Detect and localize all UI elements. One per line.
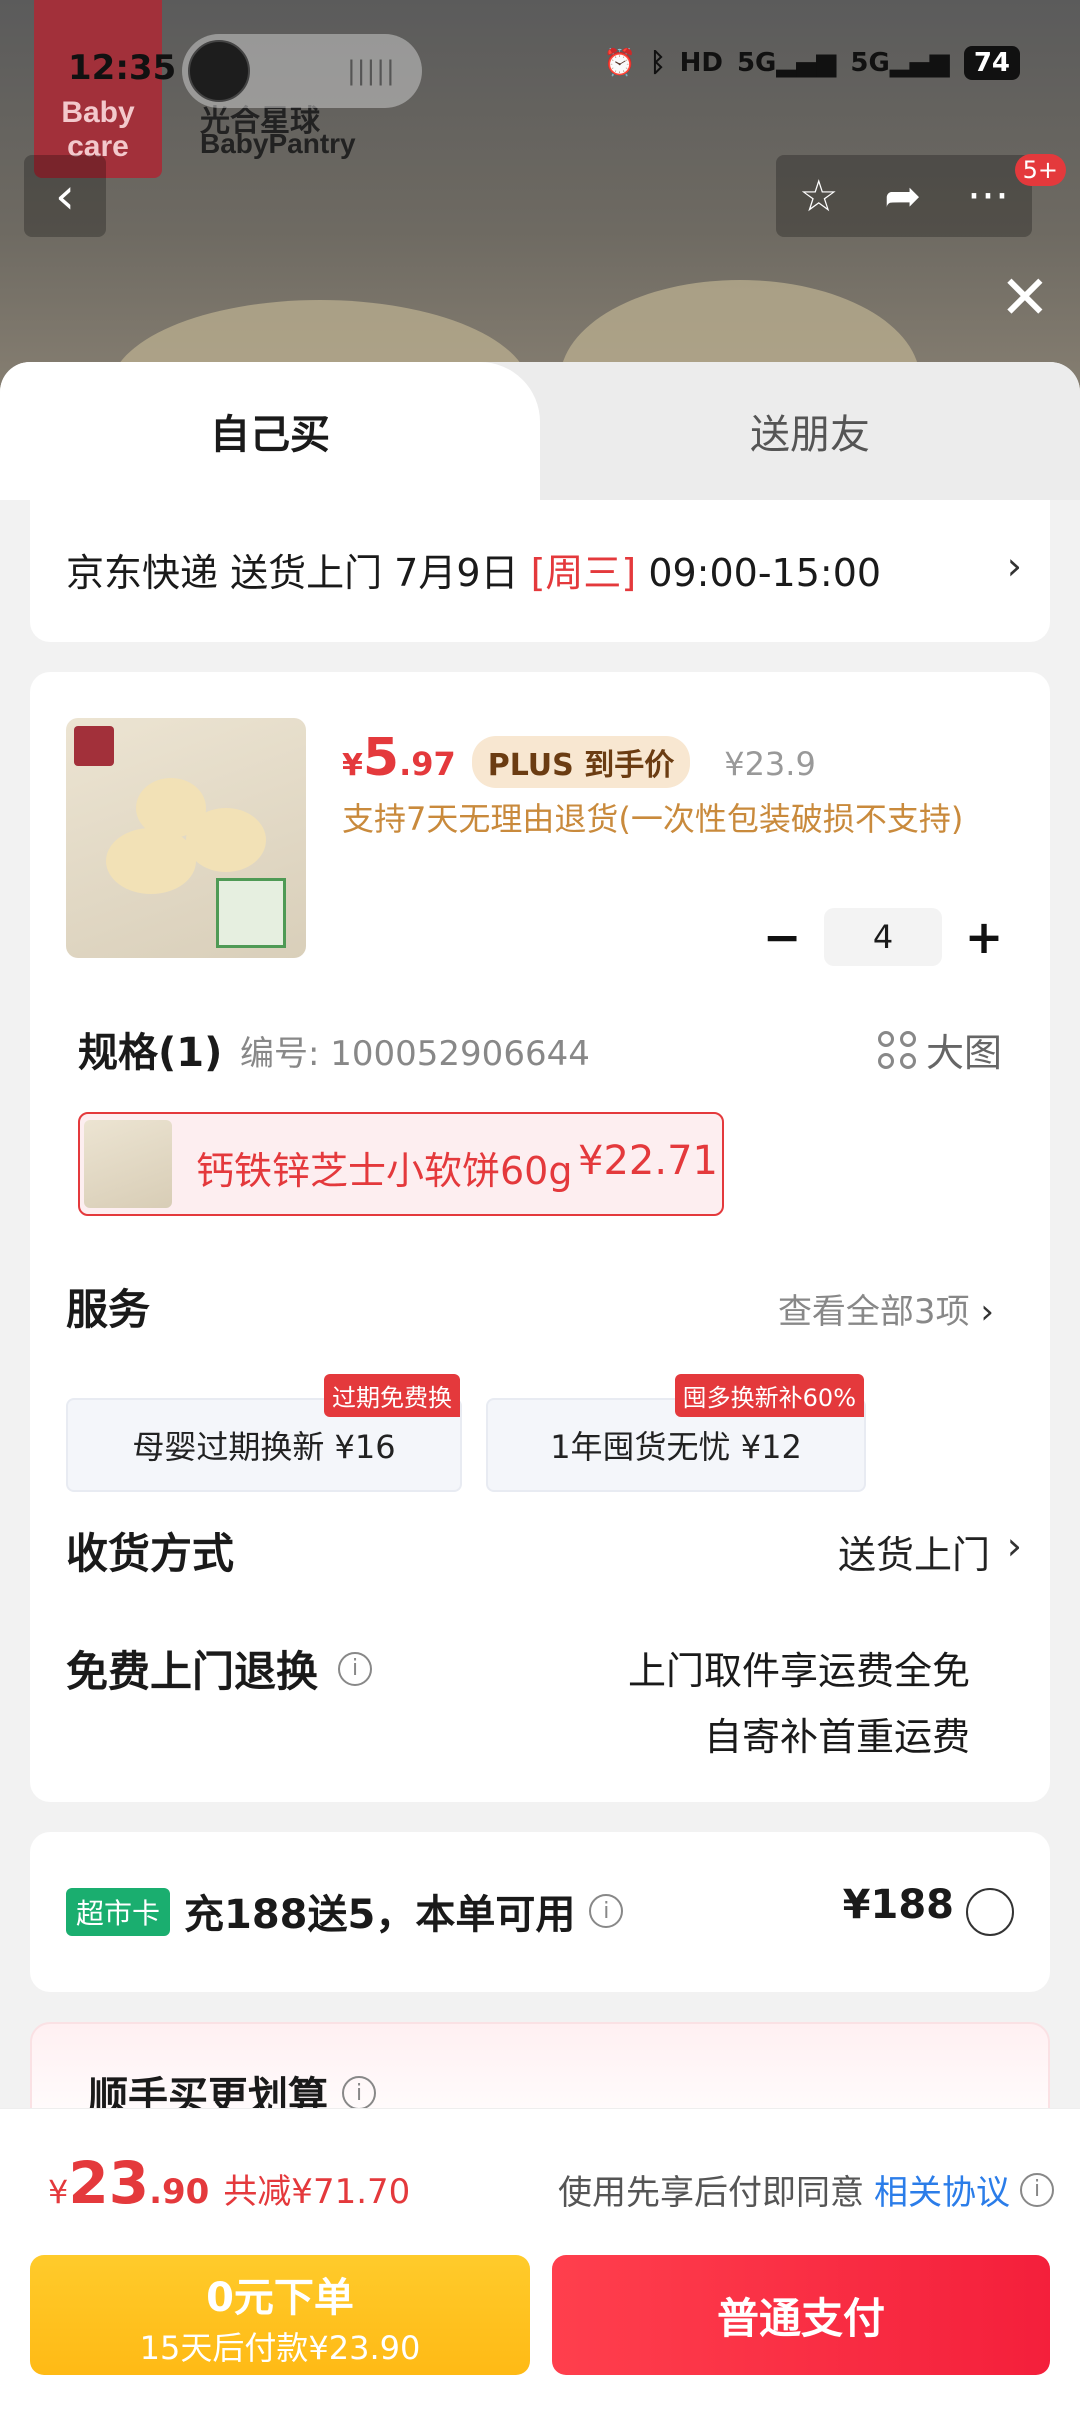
biscuit-shape <box>106 828 196 894</box>
services-view-all[interactable]: 查看全部3项 › <box>778 1284 994 1333</box>
free-return-line: 上门取件享运费全免 <box>627 1649 970 1693</box>
quantity-stepper: − 4 + <box>752 908 1014 966</box>
notification-badge: 5+ <box>1014 154 1066 186</box>
status-bar: 12:35 ||||| ⏰ ᛒ HD 5G▂▄▆ 5G▂▄▆ 74 <box>0 0 1080 140</box>
club-text: 充188送5，本单可用 i <box>184 1882 624 1940</box>
receive-method-value[interactable]: 送货上门 <box>838 1524 990 1579</box>
close-icon[interactable]: ✕ <box>1000 268 1050 328</box>
biscuit-shape <box>186 808 266 872</box>
total-price: ¥23.90 共减¥71.70 <box>48 2149 411 2217</box>
product-card: ¥5.97 PLUS 到手价 ¥23.9 支持7天无理由退货(一次性包装破损不支… <box>30 672 1050 1802</box>
supermarket-card-offer[interactable]: 超市卡 充188送5，本单可用 i ¥188 <box>30 1832 1050 1992</box>
package-shape <box>216 878 286 948</box>
info-icon[interactable]: i <box>589 1894 624 1928</box>
sku-label: 钙铁锌芝士小软饼60g <box>196 1149 573 1193</box>
product-image <box>66 718 306 958</box>
bluetooth-icon: ᛒ <box>649 48 666 78</box>
purchase-sheet: 送朋友 自己买 京东快递 送货上门 7月9日 [周三] 09:00-15:00 … <box>0 362 1080 2412</box>
signal-icon: 5G▂▄▆ <box>850 48 950 78</box>
battery-icon: 74 <box>963 46 1020 80</box>
sku-price: ¥22.71 <box>578 1138 718 1184</box>
plus-price-tag: PLUS 到手价 <box>471 736 691 788</box>
voice-pill[interactable]: ||||| <box>182 34 422 108</box>
waveform-icon: ||||| <box>347 56 396 86</box>
system-icons: ⏰ ᛒ HD 5G▂▄▆ 5G▂▄▆ 74 <box>604 46 1020 80</box>
brand-mini-logo <box>74 726 114 766</box>
more-icon[interactable]: ··· <box>967 171 1009 222</box>
sku-option-selected[interactable]: 钙铁锌芝士小软饼60g ¥22.71 <box>78 1112 724 1216</box>
delivery-carrier: 京东快递 送货上门 7月9日 <box>66 551 531 595</box>
back-button[interactable]: ‹ <box>24 155 106 237</box>
delivery-window: 09:00-15:00 <box>636 551 882 595</box>
service-tag: 囤多换新补60% <box>674 1374 864 1417</box>
tab-send-friend[interactable]: 送朋友 <box>540 362 1080 500</box>
agreement-link[interactable]: 相关协议 <box>874 2165 1010 2214</box>
minus-button[interactable]: − <box>752 910 812 964</box>
checkout-footer: ¥23.90 共减¥71.70 使用先享后付即同意 相关协议 i 0元下单 15天… <box>0 2108 1080 2412</box>
club-tag: 超市卡 <box>66 1888 171 1936</box>
buy-tabs: 送朋友 自己买 <box>0 362 1080 500</box>
spec-title: 规格(1) <box>78 1030 223 1076</box>
services-title: 服务 <box>66 1285 151 1334</box>
club-radio[interactable] <box>966 1888 1014 1936</box>
original-price: ¥23.9 <box>724 745 816 783</box>
alarm-icon: ⏰ <box>603 48 636 78</box>
receive-method-title: 收货方式 <box>66 1529 235 1578</box>
delivery-info: 京东快递 送货上门 7月9日 [周三] 09:00-15:00 <box>66 542 881 597</box>
info-icon[interactable]: i <box>1020 2172 1054 2207</box>
hd-icon: HD <box>679 48 723 78</box>
chevron-right-icon: › <box>980 1292 994 1332</box>
price-row: ¥5.97 PLUS 到手价 ¥23.9 <box>342 728 816 788</box>
info-icon[interactable]: i <box>342 2076 376 2110</box>
club-price: ¥188 <box>842 1882 954 1928</box>
bnpl-order-button[interactable]: 0元下单 15天后付款¥23.90 <box>30 2255 530 2375</box>
status-time: 12:35 <box>68 48 177 88</box>
service-label: 母婴过期换新 ¥16 <box>132 1428 396 1466</box>
tab-buy-self[interactable]: 自己买 <box>0 362 540 500</box>
info-icon[interactable]: i <box>338 1651 373 1686</box>
free-return-line: 自寄补首重运费 <box>703 1715 970 1759</box>
bnpl-line2: 15天后付款¥23.90 <box>139 2329 421 2367</box>
star-icon[interactable]: ☆ <box>799 171 838 222</box>
spec-code: 编号: 100052906644 <box>240 1034 590 1074</box>
service-option[interactable]: 1年囤货无忧 ¥12 囤多换新补60% <box>486 1374 866 1492</box>
grid-icon <box>877 1030 916 1069</box>
share-icon[interactable]: ➦ <box>884 171 921 222</box>
quantity-input[interactable]: 4 <box>824 908 942 966</box>
signal-icon: 5G▂▄▆ <box>736 48 837 78</box>
service-option[interactable]: 母婴过期换新 ¥16 过期免费换 <box>66 1374 462 1492</box>
delivery-weekday: [周三] <box>530 551 637 595</box>
chevron-right-icon: › <box>1006 1524 1022 1568</box>
chevron-left-icon: ‹ <box>55 167 75 225</box>
sku-thumbnail <box>84 1120 172 1208</box>
free-return-title: 免费上门退换 i <box>66 1638 373 1699</box>
top-action-group: ☆ ➦ ··· <box>776 155 1032 237</box>
normal-pay-button[interactable]: 普通支付 <box>552 2255 1050 2375</box>
service-tag: 过期免费换 <box>324 1374 460 1417</box>
big-view-button[interactable]: 大图 <box>877 1022 1002 1077</box>
chevron-right-icon: › <box>1006 544 1022 588</box>
refund-policy: 支持7天无理由退货(一次性包装破损不支持) <box>342 800 964 838</box>
bnpl-line1: 0元下单 <box>206 2275 354 2321</box>
discount-total: 共减¥71.70 <box>223 2172 411 2212</box>
service-label: 1年囤货无忧 ¥12 <box>550 1428 802 1466</box>
delivery-card[interactable]: 京东快递 送货上门 7月9日 [周三] 09:00-15:00 › <box>30 500 1050 642</box>
plus-button[interactable]: + <box>954 910 1014 964</box>
plus-price: ¥5.97 <box>342 728 456 788</box>
avatar <box>188 40 250 102</box>
agreement-note: 使用先享后付即同意 相关协议 i <box>558 2165 1054 2214</box>
big-view-label: 大图 <box>925 1031 1002 1075</box>
free-return-info: 上门取件享运费全免 自寄补首重运费 <box>628 1638 970 1770</box>
